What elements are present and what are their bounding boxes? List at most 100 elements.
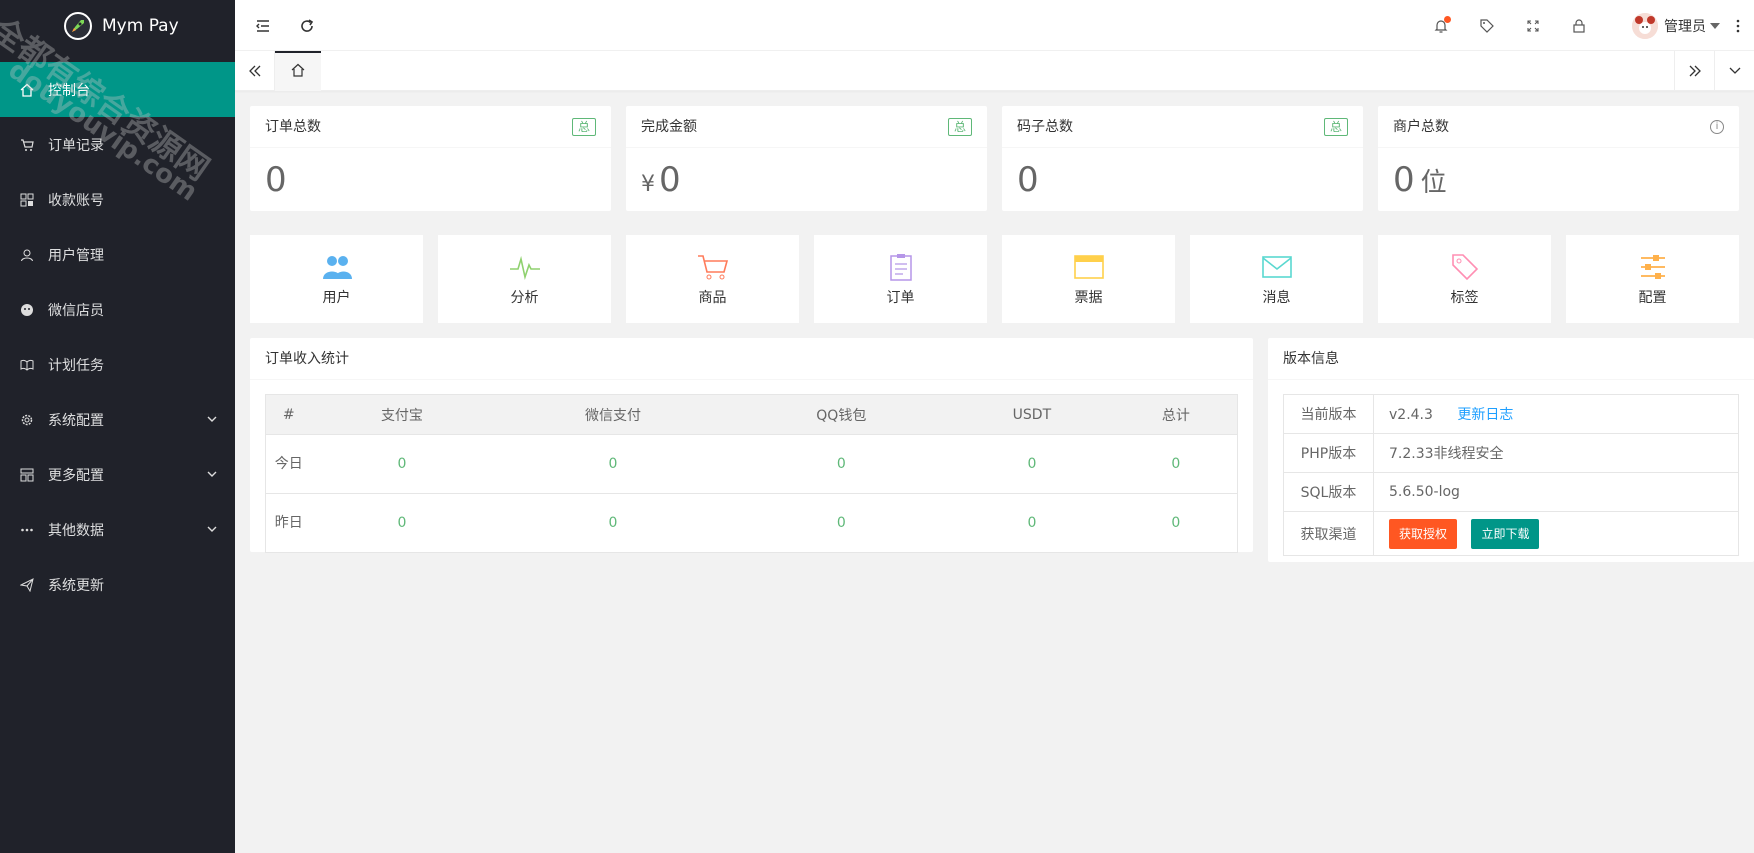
stat-card-title: 订单总数 bbox=[265, 119, 321, 135]
home-icon bbox=[290, 62, 306, 82]
sidebar-item-label: 用户管理 bbox=[48, 247, 104, 264]
version-value: v2.4.3 bbox=[1389, 407, 1433, 423]
app-name: Mym Pay bbox=[102, 16, 179, 36]
changelog-link[interactable]: 更新日志 bbox=[1457, 407, 1513, 423]
quick-link-orders[interactable]: 订单 bbox=[814, 235, 987, 323]
fullscreen-icon[interactable] bbox=[1523, 16, 1543, 36]
tabs-prev-icon[interactable] bbox=[235, 51, 275, 91]
table-row: 今日 0 0 0 0 0 bbox=[265, 434, 1238, 494]
ticket-icon bbox=[1073, 251, 1105, 283]
column-header: USDT bbox=[949, 394, 1115, 435]
version-key: SQL版本 bbox=[1283, 472, 1374, 512]
chevron-down-icon bbox=[205, 467, 219, 481]
shrink-sidebar-icon[interactable] bbox=[253, 16, 273, 36]
table-row: 当前版本 v2.4.3 更新日志 bbox=[1283, 394, 1739, 434]
stat-card-merchants: 商户总数 i 0位 bbox=[1378, 106, 1739, 211]
stat-value: 0 bbox=[1393, 160, 1415, 200]
table-cell: 0 bbox=[492, 434, 734, 494]
quick-link-label: 订单 bbox=[886, 290, 915, 306]
stat-value: 0 bbox=[265, 160, 287, 200]
quick-link-config[interactable]: 配置 bbox=[1566, 235, 1739, 323]
income-stats-title: 订单收入统计 bbox=[250, 338, 1253, 380]
rocket-icon bbox=[64, 12, 92, 40]
sidebar-item-system-config[interactable]: 系统配置 bbox=[0, 392, 235, 447]
sidebar-item-wechat[interactable]: 微信店员 bbox=[0, 282, 235, 337]
row-label: 今日 bbox=[265, 434, 312, 494]
read-icon bbox=[20, 358, 34, 372]
mail-icon bbox=[1261, 251, 1293, 283]
quick-link-analysis[interactable]: 分析 bbox=[438, 235, 611, 323]
stat-card-codes: 码子总数 总 0 bbox=[1002, 106, 1363, 211]
stat-card-header: 订单总数 总 bbox=[250, 106, 611, 148]
sidebar-item-tasks[interactable]: 计划任务 bbox=[0, 337, 235, 392]
quick-link-label: 商品 bbox=[698, 290, 727, 306]
more-vertical-icon[interactable] bbox=[1728, 16, 1748, 36]
sidebar-item-label: 系统配置 bbox=[48, 412, 104, 429]
lock-icon[interactable] bbox=[1569, 16, 1589, 36]
get-license-button[interactable]: 获取授权 bbox=[1389, 518, 1458, 549]
apps-icon bbox=[20, 193, 34, 207]
total-badge: 总 bbox=[1323, 118, 1348, 136]
quick-link-tags[interactable]: 标签 bbox=[1378, 235, 1551, 323]
table-cell: 0 bbox=[1114, 493, 1238, 553]
stat-card-amount: 完成金额 总 ¥0 bbox=[626, 106, 987, 211]
version-table: 当前版本 v2.4.3 更新日志 PHP版本 7.2.33非线程安全 SQL版本… bbox=[1283, 394, 1739, 556]
table-header-row: # 支付宝 微信支付 QQ钱包 USDT 总计 bbox=[265, 394, 1238, 435]
tabs-dropdown-icon[interactable] bbox=[1714, 51, 1754, 91]
column-header: QQ钱包 bbox=[733, 394, 950, 435]
column-header: 总计 bbox=[1114, 394, 1238, 435]
more-icon bbox=[20, 523, 34, 537]
version-info-title: 版本信息 bbox=[1268, 338, 1754, 380]
table-cell: 0 bbox=[949, 493, 1115, 553]
table-cell: 0 bbox=[311, 434, 493, 494]
sidebar-item-orders[interactable]: 订单记录 bbox=[0, 117, 235, 172]
sidebar-item-other-data[interactable]: 其他数据 bbox=[0, 502, 235, 557]
version-value-cell: v2.4.3 更新日志 bbox=[1373, 394, 1739, 434]
table-cell: 0 bbox=[1114, 434, 1238, 494]
quick-link-messages[interactable]: 消息 bbox=[1190, 235, 1363, 323]
sidebar-item-label: 计划任务 bbox=[48, 357, 104, 374]
template-icon bbox=[20, 468, 34, 482]
sidebar-item-label: 微信店员 bbox=[48, 302, 104, 319]
stat-card-title: 完成金额 bbox=[641, 119, 697, 135]
sidebar: Mym Pay 控制台 订单记录 收款账号 用户管理 微信店员 计划任务 系统配… bbox=[0, 0, 235, 853]
table-cell: 0 bbox=[733, 493, 950, 553]
info-icon[interactable]: i bbox=[1710, 120, 1724, 134]
quick-link-products[interactable]: 商品 bbox=[626, 235, 799, 323]
quick-link-tickets[interactable]: 票据 bbox=[1002, 235, 1175, 323]
release-icon bbox=[20, 577, 34, 592]
stat-card-value: 0 bbox=[250, 148, 611, 212]
sidebar-item-accounts[interactable]: 收款账号 bbox=[0, 172, 235, 227]
quick-link-label: 票据 bbox=[1074, 290, 1103, 306]
tag-icon bbox=[1449, 251, 1481, 283]
sidebar-item-more-config[interactable]: 更多配置 bbox=[0, 447, 235, 502]
admin-name: 管理员 bbox=[1664, 19, 1706, 35]
total-badge: 总 bbox=[947, 118, 972, 136]
column-header: 微信支付 bbox=[492, 394, 734, 435]
sidebar-item-users[interactable]: 用户管理 bbox=[0, 227, 235, 282]
tab-home[interactable] bbox=[275, 51, 321, 91]
version-key: PHP版本 bbox=[1283, 433, 1374, 473]
quick-link-users[interactable]: 用户 bbox=[250, 235, 423, 323]
table-row: SQL版本 5.6.50-log bbox=[1283, 472, 1739, 512]
income-table: # 支付宝 微信支付 QQ钱包 USDT 总计 今日 0 0 0 0 0 昨日 … bbox=[265, 394, 1238, 553]
sidebar-nav: 控制台 订单记录 收款账号 用户管理 微信店员 计划任务 系统配置 更多配置 其… bbox=[0, 62, 235, 612]
refresh-icon[interactable] bbox=[297, 16, 317, 36]
download-button[interactable]: 立即下载 bbox=[1471, 518, 1540, 549]
admin-menu[interactable]: 管理员 bbox=[1632, 13, 1720, 39]
version-info-card: 版本信息 当前版本 v2.4.3 更新日志 PHP版本 7.2.33非线程安全 … bbox=[1268, 338, 1754, 562]
logo[interactable]: Mym Pay bbox=[0, 0, 235, 52]
stat-card-title: 码子总数 bbox=[1017, 119, 1073, 135]
table-cell: 0 bbox=[492, 493, 734, 553]
sidebar-item-dashboard[interactable]: 控制台 bbox=[0, 62, 235, 117]
total-badge: 总 bbox=[571, 118, 596, 136]
tag-icon[interactable] bbox=[1477, 16, 1497, 36]
row-label: 昨日 bbox=[265, 493, 312, 553]
tabs-next-icon[interactable] bbox=[1674, 51, 1714, 91]
sidebar-item-system-update[interactable]: 系统更新 bbox=[0, 557, 235, 612]
version-value: 7.2.33非线程安全 bbox=[1373, 433, 1739, 473]
sliders-icon bbox=[1637, 251, 1669, 283]
sidebar-item-label: 控制台 bbox=[48, 82, 90, 99]
currency-symbol: ¥ bbox=[641, 172, 655, 197]
bell-icon[interactable] bbox=[1431, 16, 1451, 36]
